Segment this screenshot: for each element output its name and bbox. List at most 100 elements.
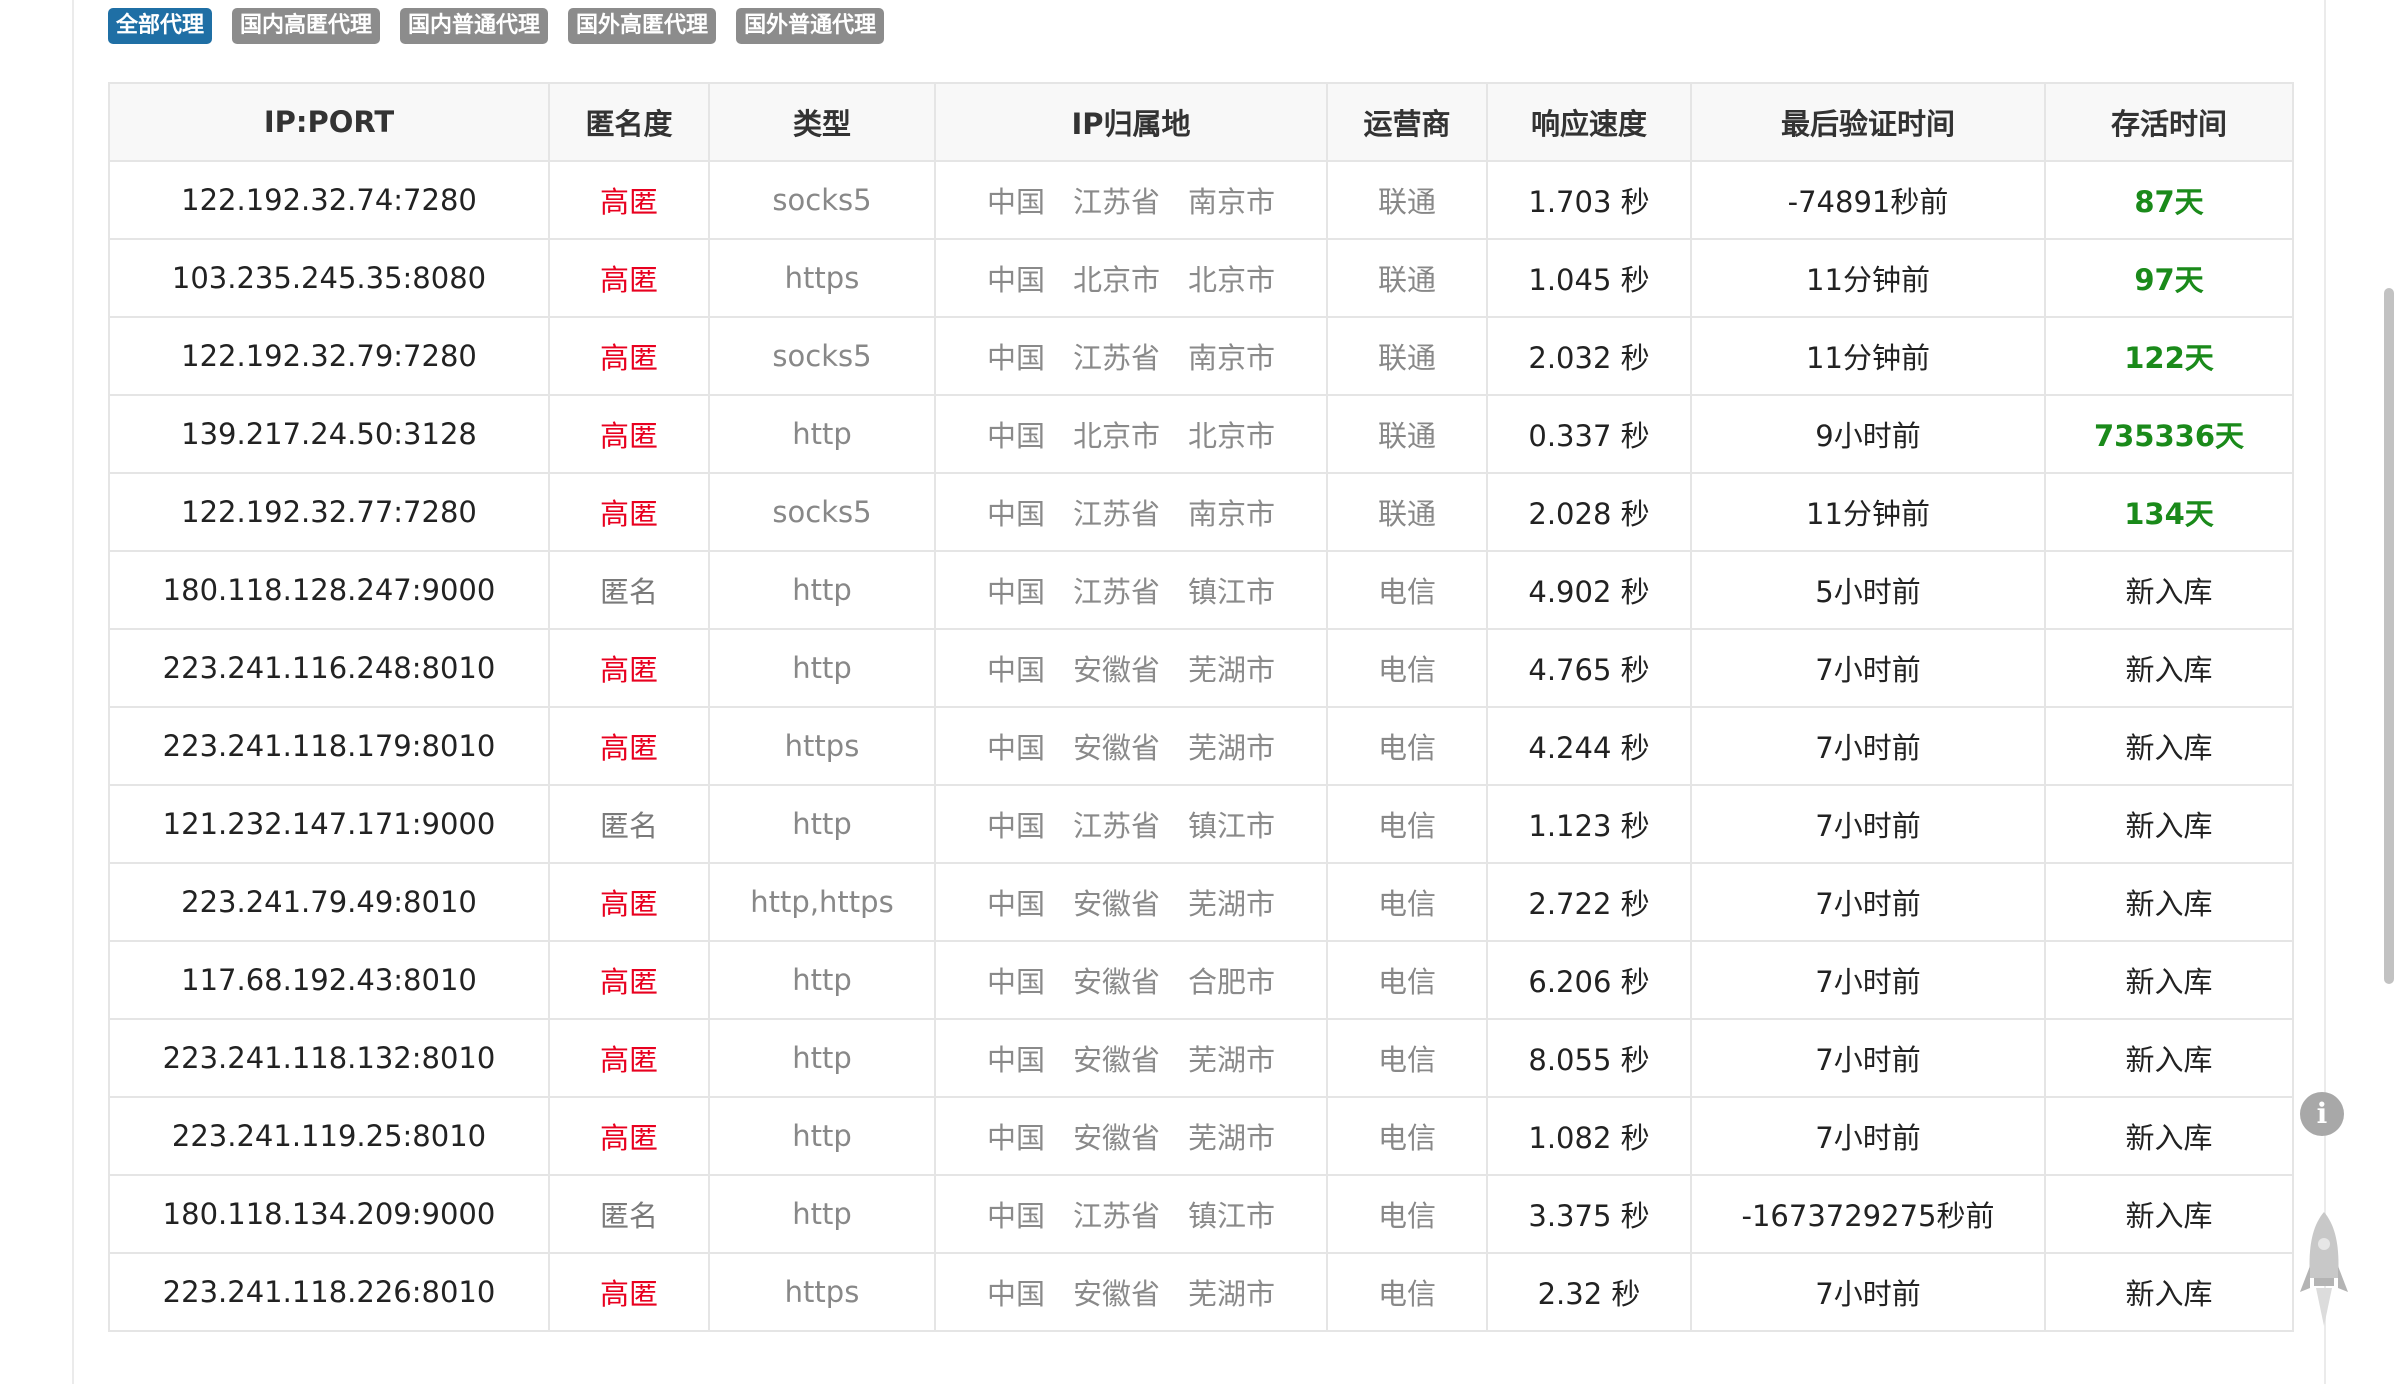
alive-time-cell: 122天 [2044,316,2294,396]
table-row: 180.118.128.247:9000 匿名 http 中国 江苏省 镇江市 电信 4.90… [108,550,2294,630]
table-row: 139.217.24.50:3128 高匿 http 中国 北京市 北京市 联通 0.337 … [108,394,2294,474]
content-border-left [72,0,74,1384]
ip-port-cell: 223.241.118.179:8010 [108,706,550,786]
speed-cell: 1.703 秒 [1486,160,1692,240]
anonymity-cell: 高匿 [548,1096,710,1176]
location-cell: 中国 江苏省 镇江市 [934,784,1328,864]
location-cell: 中国 安徽省 芜湖市 [934,628,1328,708]
location-cell: 中国 安徽省 合肥市 [934,940,1328,1020]
table-row: 122.192.32.79:7280 高匿 socks5 中国 江苏省 南京市 联通 2.03… [108,316,2294,396]
table-row: 223.241.116.248:8010 高匿 http 中国 安徽省 芜湖市 电信 4.76… [108,628,2294,708]
location-cell: 中国 北京市 北京市 [934,238,1328,318]
table-row: 122.192.32.77:7280 高匿 socks5 中国 江苏省 南京市 联通 2.02… [108,472,2294,552]
location-cell: 中国 安徽省 芜湖市 [934,1018,1328,1098]
alive-time-cell: 新入库 [2044,1174,2294,1254]
speed-cell: 3.375 秒 [1486,1174,1692,1254]
last-verified-cell: 7小时前 [1690,940,2046,1020]
column-header-type: 类型 [708,82,936,162]
rocket-icon[interactable] [2296,1208,2352,1336]
column-header-ip-port: IP:PORT [108,82,550,162]
ip-port-cell: 180.118.134.209:9000 [108,1174,550,1254]
isp-cell: 联通 [1326,394,1488,474]
content-border-right [2324,0,2326,1384]
location-cell: 中国 安徽省 芜湖市 [934,706,1328,786]
isp-cell: 联通 [1326,316,1488,396]
location-country: 中国 [986,185,1045,219]
location-province: 安徽省 [1072,1043,1160,1077]
proxy-type-cell: http [708,1174,936,1254]
anonymity-cell: 高匿 [548,238,710,318]
anonymity-cell: 高匿 [548,1018,710,1098]
tab-foreign-high-anon[interactable]: 国外高匿代理 [568,8,717,44]
isp-cell: 电信 [1326,628,1488,708]
location-province: 安徽省 [1072,887,1160,921]
isp-cell: 联通 [1326,472,1488,552]
location-country: 中国 [986,1277,1045,1311]
ip-port-cell: 180.118.128.247:9000 [108,550,550,630]
location-province: 北京市 [1072,263,1160,297]
location-province: 安徽省 [1072,965,1160,999]
location-province: 江苏省 [1072,1199,1160,1233]
location-cell: 中国 江苏省 南京市 [934,160,1328,240]
location-city: 南京市 [1188,341,1276,375]
isp-cell: 联通 [1326,160,1488,240]
ip-port-cell: 223.241.118.226:8010 [108,1252,550,1332]
tab-foreign-normal[interactable]: 国外普通代理 [736,8,885,44]
table-row: 223.241.118.226:8010 高匿 https 中国 安徽省 芜湖市 电信 2.3… [108,1252,2294,1332]
last-verified-cell: 7小时前 [1690,1018,2046,1098]
scrollbar-thumb[interactable] [2384,288,2394,984]
anonymity-cell: 高匿 [548,940,710,1020]
isp-cell: 电信 [1326,784,1488,864]
last-verified-cell: 7小时前 [1690,1096,2046,1176]
alive-time-cell: 新入库 [2044,1096,2294,1176]
location-province: 安徽省 [1072,731,1160,765]
alive-time-cell: 新入库 [2044,784,2294,864]
location-cell: 中国 安徽省 芜湖市 [934,862,1328,942]
location-province: 安徽省 [1072,653,1160,687]
table-row: 180.118.134.209:9000 匿名 http 中国 江苏省 镇江市 电信 3.37… [108,1174,2294,1254]
tab-domestic-normal[interactable]: 国内普通代理 [400,8,549,44]
location-country: 中国 [986,497,1045,531]
proxy-type-cell: https [708,1252,936,1332]
speed-cell: 8.055 秒 [1486,1018,1692,1098]
ip-port-cell: 122.192.32.77:7280 [108,472,550,552]
last-verified-cell: 7小时前 [1690,628,2046,708]
back-to-top-rocket-graphic [2300,1212,2348,1326]
anonymity-cell: 高匿 [548,472,710,552]
location-cell: 中国 江苏省 南京市 [934,316,1328,396]
last-verified-cell: 7小时前 [1690,706,2046,786]
location-country: 中国 [986,575,1045,609]
anonymity-cell: 匿名 [548,1174,710,1254]
ip-port-cell: 122.192.32.74:7280 [108,160,550,240]
alive-time-cell: 新入库 [2044,628,2294,708]
ip-port-cell: 139.217.24.50:3128 [108,394,550,474]
proxy-category-tabs: 全部代理 国内高匿代理 国内普通代理 国外高匿代理 国外普通代理 [108,8,885,44]
column-header-speed: 响应速度 [1486,82,1692,162]
ip-port-cell: 103.235.245.35:8080 [108,238,550,318]
ip-port-cell: 122.192.32.79:7280 [108,316,550,396]
table-header-row: IP:PORT 匿名度 类型 IP归属地 运营商 响应速度 最后验证时间 存活时… [108,82,2294,162]
location-country: 中国 [986,809,1045,843]
location-city: 北京市 [1188,419,1276,453]
tab-domestic-high-anon[interactable]: 国内高匿代理 [232,8,381,44]
ip-port-cell: 223.241.116.248:8010 [108,628,550,708]
ip-port-cell: 121.232.147.171:9000 [108,784,550,864]
alive-time-cell: 新入库 [2044,550,2294,630]
speed-cell: 1.082 秒 [1486,1096,1692,1176]
tab-all-proxies[interactable]: 全部代理 [108,8,213,44]
info-icon[interactable]: i [2300,1092,2344,1136]
location-country: 中国 [986,653,1045,687]
last-verified-cell: 7小时前 [1690,1252,2046,1332]
proxy-table: IP:PORT 匿名度 类型 IP归属地 运营商 响应速度 最后验证时间 存活时… [108,82,2294,1332]
location-country: 中国 [986,341,1045,375]
last-verified-cell: -1673729275秒前 [1690,1174,2046,1254]
location-city: 芜湖市 [1188,1277,1276,1311]
location-city: 合肥市 [1188,965,1276,999]
ip-port-cell: 223.241.79.49:8010 [108,862,550,942]
speed-cell: 2.32 秒 [1486,1252,1692,1332]
location-country: 中国 [986,731,1045,765]
location-city: 北京市 [1188,263,1276,297]
location-country: 中国 [986,1199,1045,1233]
proxy-type-cell: http [708,784,936,864]
anonymity-cell: 高匿 [548,1252,710,1332]
